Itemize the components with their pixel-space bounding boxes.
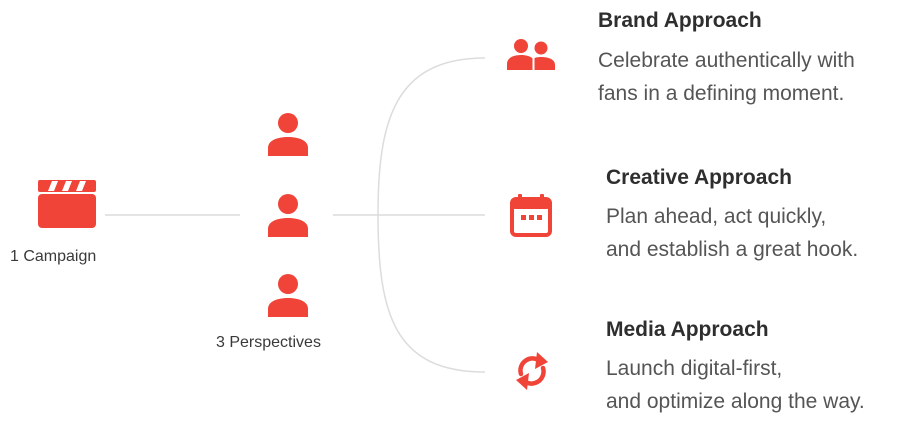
description-line: Plan ahead, act quickly, <box>606 205 827 228</box>
description-line: fans in a defining moment. <box>598 82 845 105</box>
calendar-icon <box>510 194 552 237</box>
person-icon <box>268 113 308 156</box>
creative-approach-title: Creative Approach <box>606 166 792 189</box>
creative-approach-description: Plan ahead, act quickly, and establish a… <box>606 200 858 266</box>
brand-approach-title: Brand Approach <box>598 9 762 32</box>
description-line: Launch digital-first, <box>606 357 783 380</box>
clapperboard-icon <box>38 180 96 228</box>
description-line: and optimize along the way. <box>606 390 865 413</box>
description-line: and establish a great hook. <box>606 238 859 261</box>
perspectives-label: 3 Perspectives <box>216 334 321 351</box>
description-line: Celebrate authentically with <box>598 49 855 72</box>
person-icon <box>268 274 308 317</box>
person-icon <box>268 194 308 237</box>
campaign-label: 1 Campaign <box>10 248 97 265</box>
media-approach-title: Media Approach <box>606 318 769 341</box>
people-icon <box>507 39 555 70</box>
media-approach-description: Launch digital-first, and optimize along… <box>606 352 865 418</box>
refresh-icon <box>516 352 548 390</box>
brand-approach-description: Celebrate authentically with fans in a d… <box>598 44 855 110</box>
